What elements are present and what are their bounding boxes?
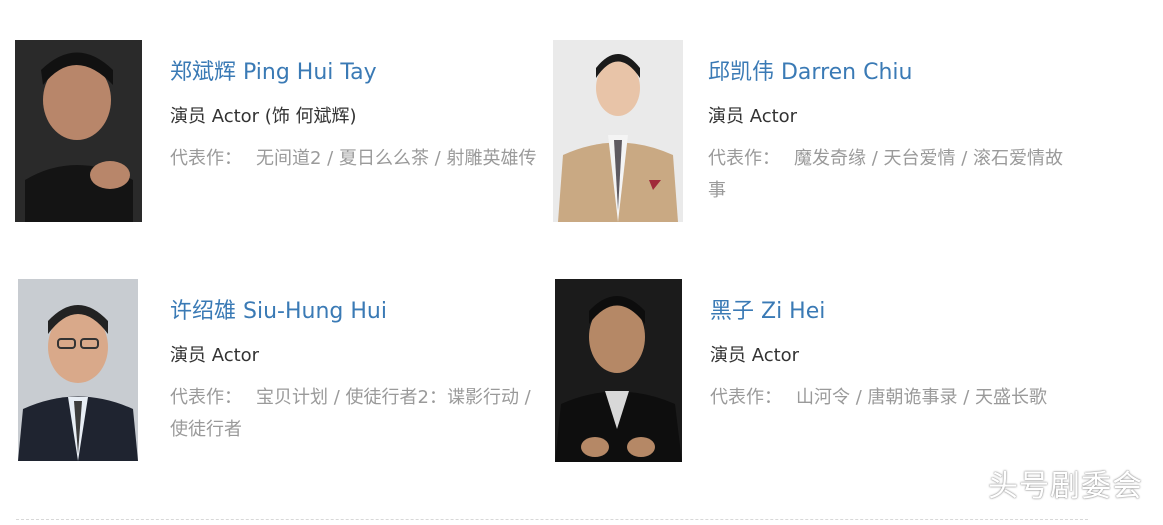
actor-name-link[interactable]: 郑斌辉 Ping Hui Tay — [170, 54, 377, 86]
actor-role: 演员 Actor — [170, 345, 260, 366]
divider — [16, 519, 1088, 520]
actor-photo-3[interactable] — [18, 279, 138, 461]
watermark-logo: 头号剧委会 — [988, 469, 1143, 504]
actor-name-link[interactable]: 许绍雄 Siu-Hung Hui — [170, 293, 387, 325]
works-list: 无间道2 / 夏日么么茶 / 射雕英雄传 — [256, 148, 537, 169]
works-list: 山河令 / 唐朝诡事录 / 天盛长歌 — [796, 387, 1048, 408]
cast-card-2: 邱凯伟 Darren Chiu 演员 Actor 代表作： 魔发奇缘 / 天台爱情… — [553, 40, 1093, 230]
representative-works: 代表作： 宝贝计划 / 使徒行者2：谍影行动 / 使徒行者 — [170, 382, 540, 446]
actor-role: 演员 Actor — [708, 106, 798, 127]
representative-works: 代表作： 魔发奇缘 / 天台爱情 / 滚石爱情故事 — [708, 143, 1078, 207]
actor-photo-2[interactable] — [553, 40, 683, 222]
actor-role: 演员 Actor — [710, 345, 800, 366]
works-label: 代表作： — [710, 387, 782, 408]
works-label: 代表作： — [170, 148, 242, 169]
representative-works: 代表作： 山河令 / 唐朝诡事录 / 天盛长歌 — [710, 382, 1080, 414]
actor-role: 演员 Actor (饰 何斌辉) — [170, 106, 357, 127]
actor-name-link[interactable]: 黑子 Zi Hei — [710, 293, 825, 325]
cast-card-4: 黑子 Zi Hei 演员 Actor 代表作： 山河令 / 唐朝诡事录 / 天盛长… — [555, 279, 1095, 469]
actor-photo-1[interactable] — [15, 40, 142, 222]
cast-card-3: 许绍雄 Siu-Hung Hui 演员 Actor 代表作： 宝贝计划 / 使徒行… — [15, 279, 555, 469]
representative-works: 代表作： 无间道2 / 夏日么么茶 / 射雕英雄传 — [170, 143, 540, 175]
works-label: 代表作： — [170, 387, 242, 408]
works-label: 代表作： — [708, 148, 780, 169]
actor-name-link[interactable]: 邱凯伟 Darren Chiu — [708, 54, 912, 86]
actor-photo-4[interactable] — [555, 279, 682, 462]
cast-card-1: 郑斌辉 Ping Hui Tay 演员 Actor (饰 何斌辉) 代表作： 无间… — [15, 40, 555, 230]
